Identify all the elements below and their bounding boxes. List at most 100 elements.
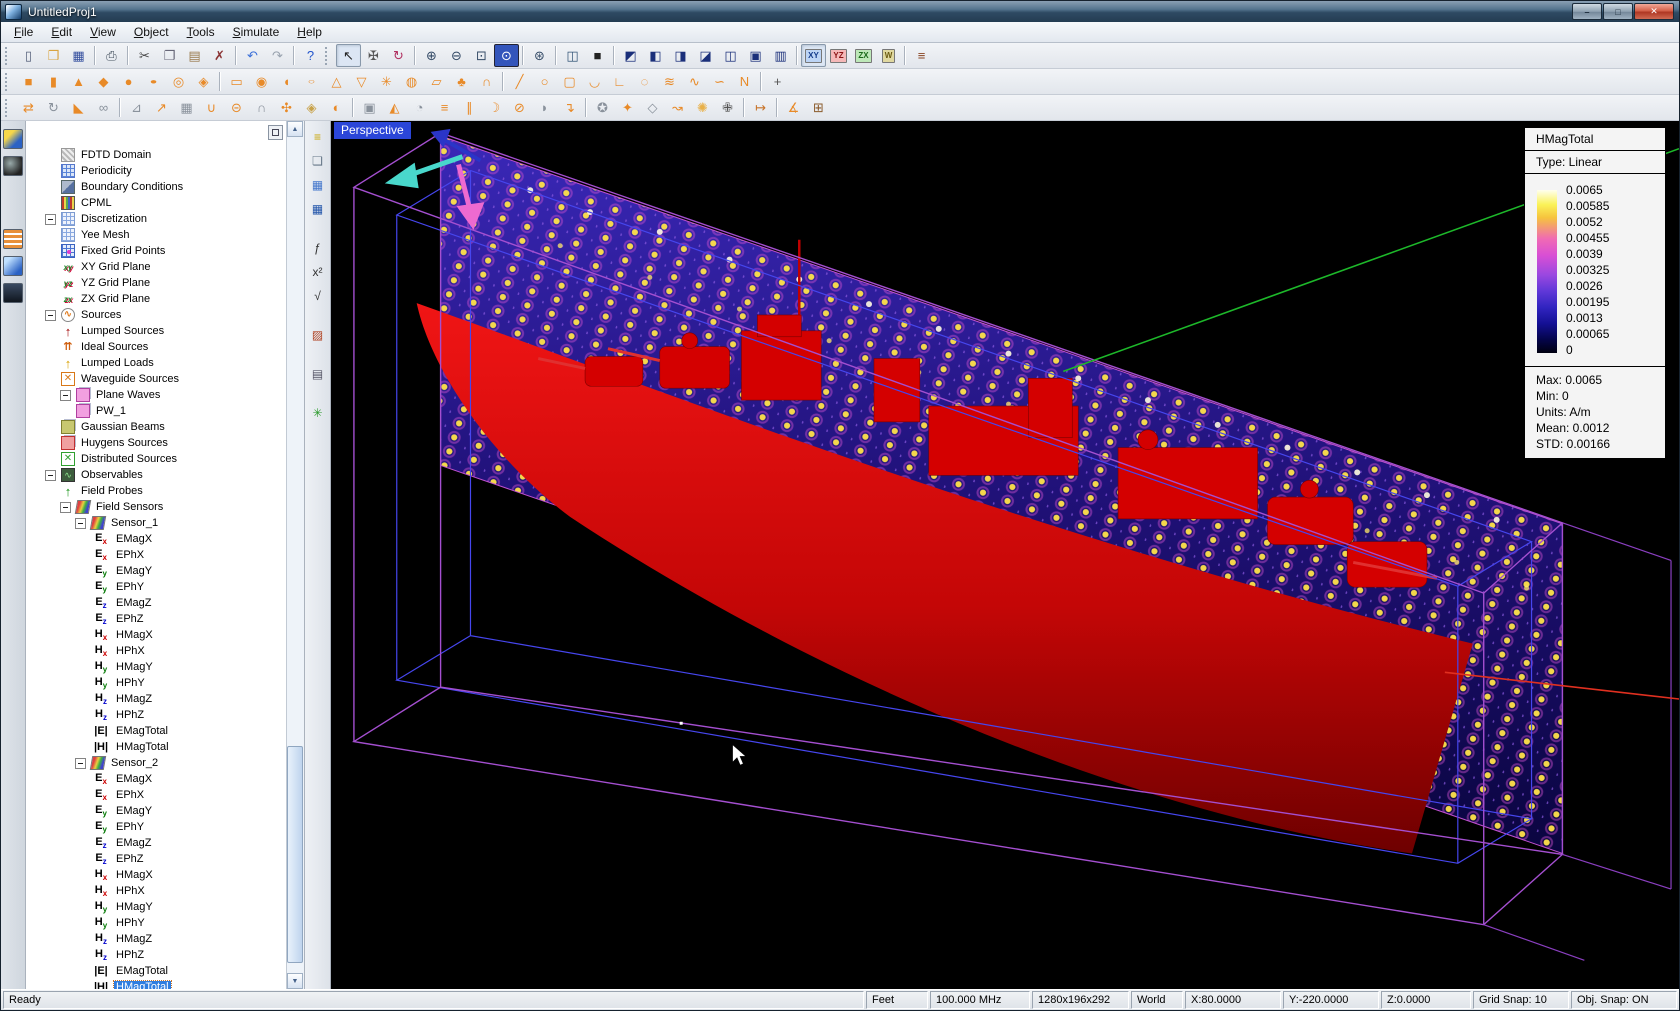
boolean-intersect-button[interactable]: ∩ — [249, 96, 274, 119]
tree-item-field-sensors[interactable]: Field Sensors — [26, 499, 287, 515]
redo-button[interactable]: ↷ — [265, 44, 290, 67]
draw-disc-button[interactable]: ◉ — [249, 70, 274, 93]
view-front-button[interactable]: ◪ — [693, 44, 718, 67]
view-right-button[interactable]: ◫ — [718, 44, 743, 67]
toolbar-grip[interactable] — [325, 47, 332, 65]
protractor-button[interactable]: ∡ — [781, 96, 806, 119]
draw-cone-button[interactable]: ▲ — [66, 70, 91, 93]
tree-scrollbar[interactable]: ▲ ▼ — [286, 121, 304, 989]
draw-ellipsoid-button[interactable]: ● — [141, 70, 166, 93]
tree-expander[interactable] — [75, 518, 86, 529]
draw-zigzag-button[interactable]: ∿ — [682, 70, 707, 93]
tree-item-hmagtotal[interactable]: |H|HMagTotal — [26, 739, 287, 755]
minimize-button[interactable]: – — [1572, 3, 1602, 20]
tree-expander[interactable] — [45, 214, 56, 225]
menu-object[interactable]: Object — [125, 23, 178, 41]
menu-simulate[interactable]: Simulate — [224, 23, 289, 41]
scroll-thumb[interactable] — [287, 746, 303, 963]
draw-polygon-wheel-button[interactable]: ✳ — [374, 70, 399, 93]
tree-item-hphy[interactable]: HyHPhY — [26, 915, 287, 931]
draw-s-curve-button[interactable]: ∽ — [707, 70, 732, 93]
menu-file[interactable]: File — [5, 23, 42, 41]
material-cutplane-button[interactable]: ▨ — [307, 324, 329, 345]
tree-item-ephx[interactable]: ExEPhX — [26, 787, 287, 803]
tree-expander[interactable] — [45, 470, 56, 481]
tree-item-hphy[interactable]: HyHPhY — [26, 675, 287, 691]
revolve-sphere-button[interactable]: ◐ — [324, 96, 349, 119]
snap-3d-button[interactable]: ⊞ — [806, 96, 831, 119]
cone-arc-button[interactable]: ◗ — [532, 96, 557, 119]
tree-expander[interactable] — [45, 310, 56, 321]
zoom-extents-button[interactable]: ⊛ — [527, 44, 552, 67]
tree-item-hphz[interactable]: HzHPhZ — [26, 947, 287, 963]
tree-item-ephy[interactable]: EyEPhY — [26, 579, 287, 595]
draw-box-button[interactable]: ■ — [16, 70, 41, 93]
tree-item-yz-grid-plane[interactable]: YZ Grid Plane — [26, 275, 287, 291]
draw-triangle-button[interactable]: △ — [324, 70, 349, 93]
array-link-button[interactable]: ∞ — [91, 96, 116, 119]
tree-item-fdtd-domain[interactable]: FDTD Domain — [26, 147, 287, 163]
new-button[interactable]: ▯ — [16, 44, 41, 67]
close-button[interactable]: ✕ — [1634, 3, 1674, 20]
tree-item-zx-grid-plane[interactable]: ZX Grid Plane — [26, 291, 287, 307]
tree-item-lumped-loads[interactable]: Lumped Loads — [26, 355, 287, 371]
view-isometric-button[interactable]: ◩ — [618, 44, 643, 67]
draw-l-path-button[interactable]: ∟ — [607, 70, 632, 93]
scale-object-button[interactable]: ◣ — [66, 96, 91, 119]
tree-item-yee-mesh[interactable]: Yee Mesh — [26, 227, 287, 243]
tree-item-gaussian-beams[interactable]: Gaussian Beams — [26, 419, 287, 435]
workplane-yz-button[interactable]: YZ — [826, 44, 851, 67]
zoom-window-button[interactable]: ⊡ — [469, 44, 494, 67]
tree-item-hmagy[interactable]: HyHMagY — [26, 659, 287, 675]
workplane-xy-button[interactable]: XY — [801, 44, 826, 67]
draw-polyline-region-button[interactable]: ▱ — [424, 70, 449, 93]
tree-item-emagz[interactable]: EzEMagZ — [26, 595, 287, 611]
tree-item-boundary-conditions[interactable]: Boundary Conditions — [26, 179, 287, 195]
rotate-object-button[interactable]: ↻ — [41, 96, 66, 119]
tree-item-cpml[interactable]: CPML — [26, 195, 287, 211]
tree-item-hmagx[interactable]: HxHMagX — [26, 867, 287, 883]
zoom-in-button[interactable]: ⊕ — [419, 44, 444, 67]
draw-half-disc-button[interactable]: ◖ — [274, 70, 299, 93]
equations-button[interactable]: √ — [307, 285, 329, 306]
tree-item-ephy[interactable]: EyEPhY — [26, 819, 287, 835]
star-pattern-button[interactable]: ✺ — [690, 96, 715, 119]
tree-item-emagy[interactable]: EyEMagY — [26, 803, 287, 819]
draw-funnel-button[interactable]: ▽ — [349, 70, 374, 93]
tree-item-huygens-sources[interactable]: Huygens Sources — [26, 435, 287, 451]
scroll-up-arrow[interactable]: ▲ — [287, 121, 303, 137]
tree-item-plane-waves[interactable]: Plane Waves — [26, 387, 287, 403]
tree-item-distributed-sources[interactable]: Distributed Sources — [26, 451, 287, 467]
tree-item-sources[interactable]: Sources — [26, 307, 287, 323]
draw-helix-button[interactable]: ≋ — [657, 70, 682, 93]
loft-button[interactable]: ≡ — [432, 96, 457, 119]
tree-item-hmagy[interactable]: HyHMagY — [26, 899, 287, 915]
draw-circle-button[interactable]: ○ — [532, 70, 557, 93]
boolean-union-button[interactable]: ∪ — [199, 96, 224, 119]
menu-edit[interactable]: Edit — [42, 23, 81, 41]
wire-box-button[interactable]: ▣ — [357, 96, 382, 119]
scale-ruler-button[interactable]: ≡ — [307, 126, 329, 147]
workplane-zx-button[interactable]: ZX — [851, 44, 876, 67]
save-button[interactable]: ▦ — [66, 44, 91, 67]
tree-expander[interactable] — [60, 390, 71, 401]
scroll-down-arrow[interactable]: ▼ — [287, 973, 303, 989]
tree-item-hphz[interactable]: HzHPhZ — [26, 707, 287, 723]
menu-help[interactable]: Help — [288, 23, 331, 41]
mirror-button[interactable]: ⊿ — [124, 96, 149, 119]
draw-u-curve-button[interactable]: ◡ — [582, 70, 607, 93]
pane-toggle-button[interactable] — [268, 125, 283, 140]
tree-item-hphx[interactable]: HxHPhX — [26, 883, 287, 899]
curve-handle-button[interactable]: ↝ — [665, 96, 690, 119]
draw-pyramid-button[interactable]: ◈ — [191, 70, 216, 93]
menu-view[interactable]: View — [81, 23, 125, 41]
tree-item-hmagz[interactable]: HzHMagZ — [26, 931, 287, 947]
zoom-out-button[interactable]: ⊖ — [444, 44, 469, 67]
extrude-button[interactable]: ◭ — [382, 96, 407, 119]
menu-tools[interactable]: Tools — [178, 23, 224, 41]
display-panel-icon[interactable] — [3, 283, 23, 303]
custom-workplane-button[interactable]: W — [876, 44, 901, 67]
translate-button[interactable]: ⇄ — [16, 96, 41, 119]
draw-ellipse-button[interactable]: ○ — [299, 70, 324, 93]
view-bottom-button[interactable]: ▥ — [768, 44, 793, 67]
